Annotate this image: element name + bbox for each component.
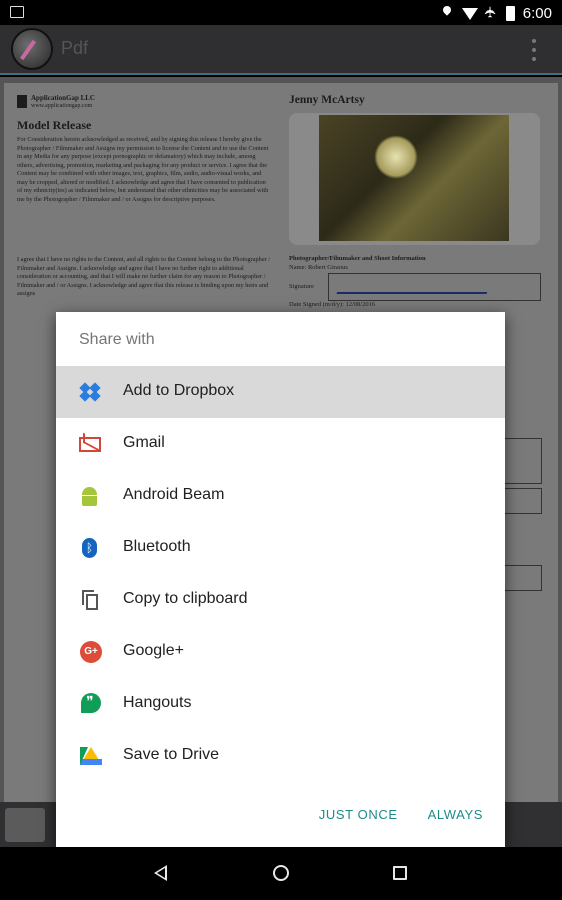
company-logo (17, 95, 27, 108)
page-thumbnail-icon[interactable] (5, 808, 45, 842)
airplane-mode-icon (484, 6, 498, 20)
android-beam-icon (79, 486, 101, 506)
share-item-label: Google+ (123, 642, 184, 659)
just-once-button[interactable]: JUST ONCE (319, 807, 398, 822)
form-box-3 (500, 565, 542, 591)
share-item-drive[interactable]: Save to Drive (56, 730, 505, 782)
clipboard-icon (79, 590, 101, 610)
share-item-android-beam[interactable]: Android Beam (56, 470, 505, 522)
app-bar: Pdf (0, 25, 562, 75)
bluetooth-icon: ᛒ (79, 538, 101, 558)
photographer-name: Name: Robert Giraous (289, 264, 348, 271)
navigation-bar (0, 847, 562, 900)
recent-apps-icon[interactable] (393, 866, 407, 880)
status-icons: 6:00 (440, 3, 552, 23)
form-box-1 (500, 438, 542, 484)
share-target-list: Add to Dropbox Gmail Android Beam ᛒ Blue… (56, 366, 505, 782)
drive-icon (79, 746, 102, 766)
date-signed: Date Signed (m/d/y): 12/08/2016 (289, 301, 376, 308)
gmail-icon (79, 437, 101, 452)
share-item-gmail[interactable]: Gmail (56, 418, 505, 470)
release-paragraph-2: I agree that I have no rights to the Con… (17, 256, 271, 297)
app-title: Pdf (61, 38, 89, 58)
form-box-2 (500, 488, 542, 514)
share-item-label: Bluetooth (123, 538, 191, 555)
wifi-icon (461, 6, 478, 20)
share-item-label: Copy to clipboard (123, 590, 248, 607)
dialog-title: Share with (79, 331, 155, 348)
google-plus-icon: G+ (79, 641, 102, 663)
image-notification-icon (10, 6, 24, 18)
share-item-label: Add to Dropbox (123, 382, 235, 399)
status-time: 6:00 (522, 4, 552, 22)
hangouts-icon (79, 693, 101, 714)
share-item-label: Save to Drive (123, 746, 220, 763)
share-item-label: Gmail (123, 434, 165, 451)
signature-label: Signature (289, 283, 314, 290)
location-icon (440, 6, 454, 20)
home-icon[interactable] (273, 865, 289, 881)
dialog-actions: JUST ONCE ALWAYS (319, 807, 483, 822)
share-item-bluetooth[interactable]: ᛒ Bluetooth (56, 522, 505, 574)
status-bar: 6:00 (0, 0, 562, 25)
always-button[interactable]: ALWAYS (428, 807, 483, 822)
battery-icon (505, 5, 515, 21)
company-name: ApplicationGap LLC (31, 94, 95, 102)
app-logo-icon[interactable] (11, 28, 53, 70)
share-item-dropbox[interactable]: Add to Dropbox (56, 366, 505, 418)
signature-box (328, 273, 541, 301)
share-item-hangouts[interactable]: Hangouts (56, 678, 505, 730)
model-photo (289, 113, 540, 245)
document-heading: Model Release (17, 118, 92, 132)
overflow-menu-icon[interactable] (532, 39, 538, 61)
section-title: Photographer/Filmmaker and Shoot Informa… (289, 255, 426, 262)
back-icon[interactable] (154, 865, 167, 881)
release-paragraph-1: For Consideration herein acknowledged as… (17, 136, 269, 203)
share-dialog: Share with Add to Dropbox Gmail Android … (56, 312, 505, 847)
share-item-label: Android Beam (123, 486, 225, 503)
company-url: www.applicationgap.com (31, 103, 93, 109)
model-name: Jenny McArtsy (289, 94, 365, 106)
share-item-clipboard[interactable]: Copy to clipboard (56, 574, 505, 626)
share-item-google-plus[interactable]: G+ Google+ (56, 626, 505, 678)
dropbox-icon (79, 382, 101, 402)
share-item-label: Hangouts (123, 694, 192, 711)
